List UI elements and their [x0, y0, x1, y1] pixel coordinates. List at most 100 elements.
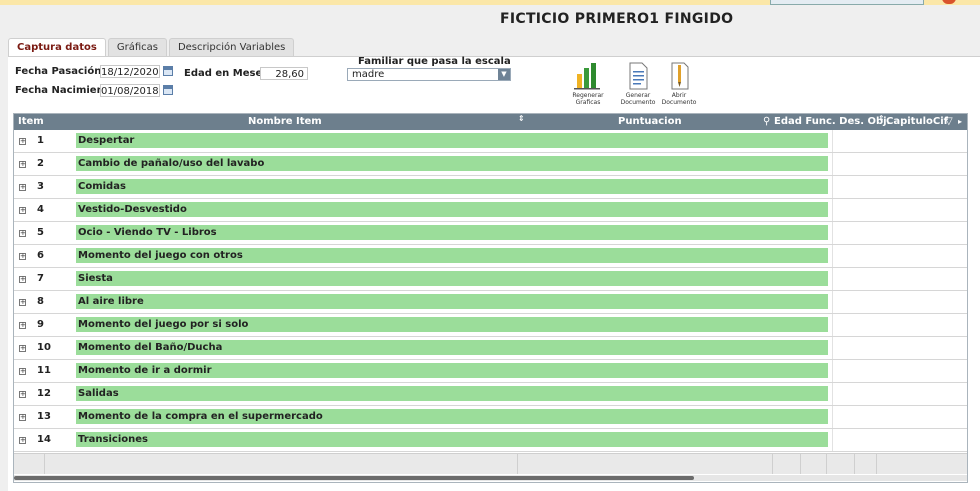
- row-item-number: 6: [37, 250, 44, 261]
- row-item-number: 10: [37, 342, 51, 353]
- expand-icon[interactable]: +: [19, 207, 26, 214]
- calendar-icon[interactable]: [163, 66, 173, 76]
- table-row[interactable]: +11 Momento de ir a dormir: [14, 360, 967, 383]
- row-item-name: Al aire libre: [76, 294, 828, 309]
- footer-divider: [826, 454, 827, 474]
- horizontal-scrollbar[interactable]: [14, 475, 967, 481]
- abrir-label-2: Documento: [661, 99, 697, 106]
- expand-icon[interactable]: +: [19, 184, 26, 191]
- row-item-name: Momento del juego por si solo: [76, 317, 828, 332]
- row-item-number: 3: [37, 181, 44, 192]
- table-row[interactable]: +12 Salidas: [14, 383, 967, 406]
- row-item-name: Ocio - Viendo TV - Libros: [76, 225, 828, 240]
- calendar-icon[interactable]: [163, 85, 173, 95]
- table-row[interactable]: +9 Momento del juego por si solo: [14, 314, 967, 337]
- footer-divider: [517, 454, 518, 474]
- expand-icon[interactable]: +: [19, 253, 26, 260]
- row-item-name: Transiciones: [76, 432, 828, 447]
- table-row[interactable]: +10 Momento del Baño/Ducha: [14, 337, 967, 360]
- tab-descripcion-variables[interactable]: Descripción Variables: [168, 38, 295, 56]
- column-divider: [832, 406, 833, 428]
- expand-icon[interactable]: +: [19, 230, 26, 237]
- table-row[interactable]: +4 Vestido-Desvestido: [14, 199, 967, 222]
- document-icon: [629, 62, 648, 90]
- expand-icon[interactable]: +: [19, 368, 26, 375]
- tab-captura-datos[interactable]: Captura datos: [8, 38, 106, 57]
- row-item-number: 11: [37, 365, 51, 376]
- column-header-capitulo[interactable]: CapituloCif: [886, 116, 948, 127]
- table-row[interactable]: +1 Despertar: [14, 130, 967, 153]
- grid-footer: [14, 453, 967, 474]
- expand-icon[interactable]: +: [19, 414, 26, 421]
- column-divider: [832, 199, 833, 221]
- column-divider: [832, 268, 833, 290]
- tab-bar: Captura datos Gráficas Descripción Varia…: [8, 38, 296, 57]
- row-item-name: Vestido-Desvestido: [76, 202, 828, 217]
- abrir-documento-button[interactable]: Abrir Documento: [656, 62, 702, 106]
- row-item-name: Momento del Baño/Ducha: [76, 340, 828, 355]
- familiar-select-value: madre: [352, 69, 385, 80]
- top-toolbar-box[interactable]: [770, 0, 924, 5]
- column-divider: [832, 153, 833, 175]
- generar-label-1: Generar: [625, 92, 651, 99]
- column-header-puntuacion[interactable]: Puntuacion: [618, 116, 682, 127]
- column-divider: [832, 337, 833, 359]
- table-row[interactable]: +3 Comidas: [14, 176, 967, 199]
- column-divider: [832, 245, 833, 267]
- sort-icon[interactable]: ⇕: [518, 114, 525, 123]
- row-item-number: 14: [37, 434, 51, 445]
- row-item-number: 12: [37, 388, 51, 399]
- row-item-name: Despertar: [76, 133, 828, 148]
- column-header-nombre[interactable]: Nombre Item: [248, 116, 322, 127]
- column-divider: [832, 360, 833, 382]
- familiar-select[interactable]: madre ▼: [347, 68, 511, 81]
- footer-divider: [44, 454, 45, 474]
- column-divider: [832, 429, 833, 451]
- table-row[interactable]: +2 Cambio de pañalo/uso del lavabo: [14, 153, 967, 176]
- expand-icon[interactable]: +: [19, 138, 26, 145]
- fecha-pasacion-field[interactable]: 18/12/2020: [100, 65, 160, 78]
- regenerar-label-1: Regenerar: [572, 92, 604, 99]
- tab-graficas[interactable]: Gráficas: [107, 38, 167, 56]
- table-row[interactable]: +14 Transiciones: [14, 429, 967, 452]
- expand-icon[interactable]: +: [19, 299, 26, 306]
- regenerar-graficas-button[interactable]: Regenerar Graficas: [565, 62, 611, 106]
- generar-documento-button[interactable]: Generar Documento: [615, 62, 661, 106]
- patient-name: FICTICIO PRIMERO1 FINGIDO: [500, 11, 734, 27]
- row-item-number: 7: [37, 273, 44, 284]
- sort-icon[interactable]: ⇕: [878, 114, 885, 123]
- generar-label-2: Documento: [620, 99, 656, 106]
- expand-icon[interactable]: +: [19, 161, 26, 168]
- expand-icon[interactable]: +: [19, 322, 26, 329]
- expand-icon[interactable]: +: [19, 437, 26, 444]
- table-row[interactable]: +6 Momento del juego con otros: [14, 245, 967, 268]
- expand-icon[interactable]: +: [19, 391, 26, 398]
- row-item-number: 4: [37, 204, 44, 215]
- grid-rows: +1 Despertar +2 Cambio de pañalo/uso del l…: [14, 130, 967, 452]
- bar-chart-icon: [574, 63, 600, 90]
- filter-icon[interactable]: ▽: [945, 116, 953, 127]
- table-row[interactable]: +13 Momento de la compra en el supermerca…: [14, 406, 967, 429]
- fecha-nacimiento-field[interactable]: 01/08/2018: [100, 84, 160, 97]
- footer-divider: [772, 454, 773, 474]
- search-icon[interactable]: ⚲: [763, 116, 770, 127]
- column-header-item[interactable]: Item: [18, 116, 44, 127]
- open-document-icon: [671, 62, 689, 90]
- edad-meses-field[interactable]: 28,60: [260, 67, 308, 80]
- table-row[interactable]: +8 Al aire libre: [14, 291, 967, 314]
- column-divider: [832, 291, 833, 313]
- column-header-edad[interactable]: Edad Func. Des. Obj.: [774, 116, 890, 127]
- column-divider: [832, 222, 833, 244]
- expand-icon[interactable]: +: [19, 345, 26, 352]
- row-item-number: 5: [37, 227, 44, 238]
- chevron-right-icon[interactable]: ▸: [958, 117, 962, 126]
- table-row[interactable]: +5 Ocio - Viendo TV - Libros: [14, 222, 967, 245]
- edad-meses-label: Edad en Meses: [184, 68, 269, 79]
- row-item-name: Momento de ir a dormir: [76, 363, 828, 378]
- expand-icon[interactable]: +: [19, 276, 26, 283]
- column-divider: [832, 176, 833, 198]
- chevron-down-icon[interactable]: ▼: [498, 69, 510, 80]
- table-row[interactable]: +7 Siesta: [14, 268, 967, 291]
- footer-divider: [876, 454, 877, 474]
- scrollbar-thumb[interactable]: [14, 476, 694, 480]
